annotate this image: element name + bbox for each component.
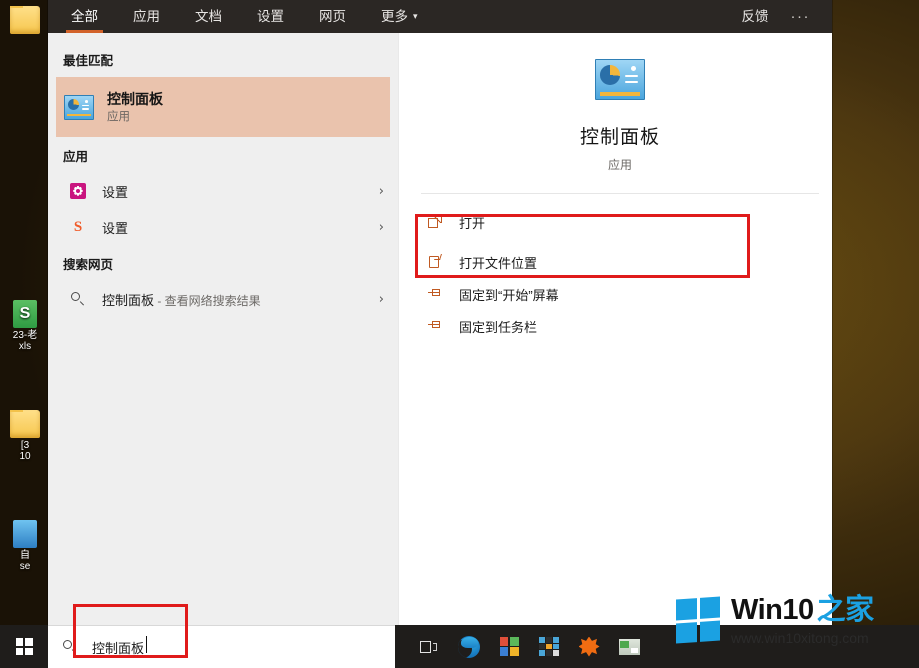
search-icon xyxy=(70,291,86,307)
action-label: 固定到任务栏 xyxy=(459,317,537,336)
search-tabs-header: 全部 应用 文档 设置 网页 更多 ▾ 反馈 ··· xyxy=(48,0,832,33)
control-panel-icon xyxy=(64,95,94,120)
green-doc-button[interactable] xyxy=(609,625,649,668)
search-results-list: 最佳匹配 控制面板 应用 应用 设置 › xyxy=(48,33,398,625)
chevron-right-icon[interactable]: › xyxy=(379,292,384,307)
action-pin-to-taskbar[interactable]: 固定到任务栏 xyxy=(409,310,831,342)
orange-app-button[interactable] xyxy=(569,625,609,668)
orange-app-icon xyxy=(579,637,600,657)
open-file-location-icon xyxy=(427,254,443,270)
detail-icon-wrap xyxy=(409,33,831,105)
desktop-icon-label: 自se xyxy=(20,550,31,572)
desktop-icon[interactable]: S 23-老xls xyxy=(2,300,48,352)
task-view-button[interactable] xyxy=(409,625,449,668)
watermark-title: Win10之家 xyxy=(731,596,874,625)
folder-icon xyxy=(10,6,40,34)
app-detail-inner: 控制面板 应用 打开 打开文件位置 固定到“开始”屏幕 固定到任务栏 xyxy=(399,33,831,342)
pin-to-taskbar-icon xyxy=(427,318,443,334)
result-item-web-search[interactable]: 控制面板 - 查看网络搜索结果 › xyxy=(48,281,398,317)
microsoft-store-button[interactable] xyxy=(489,625,529,668)
watermark-text: Win10之家 www.win10xitong.com xyxy=(731,596,874,645)
chevron-right-icon[interactable]: › xyxy=(379,184,384,199)
tab-documents[interactable]: 文档 xyxy=(195,0,222,33)
search-flyout: 全部 应用 文档 设置 网页 更多 ▾ 反馈 ··· 最佳匹配 xyxy=(48,0,832,625)
chevron-right-icon[interactable]: › xyxy=(379,220,384,235)
desktop-icon-label: [310 xyxy=(19,440,30,462)
watermark-title-en: Win10 xyxy=(731,594,814,626)
tab-all[interactable]: 全部 xyxy=(71,0,98,33)
action-label: 打开文件位置 xyxy=(459,253,537,272)
feedback-button[interactable]: 反馈 xyxy=(742,0,769,33)
settings-gear-icon xyxy=(70,183,86,199)
tab-settings-label: 设置 xyxy=(257,9,284,24)
detail-divider xyxy=(421,193,819,194)
task-view-icon xyxy=(420,640,438,654)
action-label: 打开 xyxy=(459,213,485,232)
microsoft-store-icon xyxy=(500,637,519,656)
action-open[interactable]: 打开 xyxy=(409,206,831,238)
site-watermark: Win10之家 www.win10xitong.com xyxy=(676,596,919,648)
result-label: 设置 xyxy=(102,182,128,201)
tab-more-label: 更多 xyxy=(381,9,408,24)
section-best-match: 最佳匹配 xyxy=(48,41,398,77)
desktop-icon[interactable]: [310 xyxy=(2,410,48,462)
search-body: 最佳匹配 控制面板 应用 应用 设置 › xyxy=(48,33,832,625)
application-icon xyxy=(13,520,37,548)
wps-office-icon xyxy=(539,637,559,656)
tab-web-label: 网页 xyxy=(319,9,346,24)
chevron-down-icon: ▾ xyxy=(413,0,418,33)
tab-apps[interactable]: 应用 xyxy=(133,0,160,33)
desktop-icon[interactable]: 自se xyxy=(2,520,48,572)
tab-apps-label: 应用 xyxy=(133,9,160,24)
search-input-value: 控制面板 xyxy=(92,638,144,657)
action-label: 固定到“开始”屏幕 xyxy=(459,285,559,304)
result-item-settings-system[interactable]: 设置 › xyxy=(48,173,398,209)
detail-app-subtitle: 应用 xyxy=(409,156,831,173)
result-label-main: 控制面板 xyxy=(102,293,154,308)
start-button[interactable] xyxy=(0,625,48,668)
taskbar-search-input[interactable]: 控制面板 xyxy=(48,625,395,668)
tab-web[interactable]: 网页 xyxy=(319,0,346,33)
section-web-search: 搜索网页 xyxy=(48,245,398,281)
taskbar-icons xyxy=(409,625,649,668)
result-label: 控制面板 - 查看网络搜索结果 xyxy=(102,290,261,309)
desktop-icon-label: 23-老xls xyxy=(13,330,37,352)
windows-logo-icon xyxy=(676,596,720,643)
best-match-subtitle: 应用 xyxy=(107,109,163,125)
tab-settings[interactable]: 设置 xyxy=(257,0,284,33)
search-icon xyxy=(62,639,78,655)
best-match-result[interactable]: 控制面板 应用 xyxy=(56,77,390,137)
edge-browser-icon xyxy=(458,636,480,658)
best-match-title: 控制面板 xyxy=(107,90,163,108)
folder-icon xyxy=(10,410,40,438)
action-open-file-location[interactable]: 打开文件位置 xyxy=(409,246,831,278)
result-label: 设置 xyxy=(102,218,128,237)
control-panel-icon xyxy=(595,59,645,100)
tab-all-label: 全部 xyxy=(71,9,98,24)
desktop-icon[interactable] xyxy=(2,6,48,36)
watermark-url: www.win10xitong.com xyxy=(731,631,874,645)
open-external-icon xyxy=(427,214,443,230)
sogou-s-icon: S xyxy=(70,219,86,235)
edge-browser-button[interactable] xyxy=(449,625,489,668)
spreadsheet-icon: S xyxy=(13,300,37,328)
pin-to-start-icon xyxy=(427,286,443,302)
result-item-settings-sogou[interactable]: S 设置 › xyxy=(48,209,398,245)
header-right-group: 反馈 ··· xyxy=(742,0,833,33)
windows-logo-icon xyxy=(16,638,33,655)
app-detail-pane: 控制面板 应用 打开 打开文件位置 固定到“开始”屏幕 固定到任务栏 xyxy=(398,33,832,625)
more-options-icon[interactable]: ··· xyxy=(791,0,811,33)
green-doc-icon xyxy=(619,639,640,655)
wps-office-button[interactable] xyxy=(529,625,569,668)
result-label-suffix: - 查看网络搜索结果 xyxy=(154,294,261,308)
tab-documents-label: 文档 xyxy=(195,9,222,24)
tab-more[interactable]: 更多 ▾ xyxy=(381,0,418,33)
detail-app-title: 控制面板 xyxy=(409,122,831,149)
section-apps: 应用 xyxy=(48,137,398,173)
watermark-title-cn: 之家 xyxy=(817,594,874,626)
action-pin-to-start[interactable]: 固定到“开始”屏幕 xyxy=(409,278,831,310)
best-match-text: 控制面板 应用 xyxy=(107,90,163,125)
